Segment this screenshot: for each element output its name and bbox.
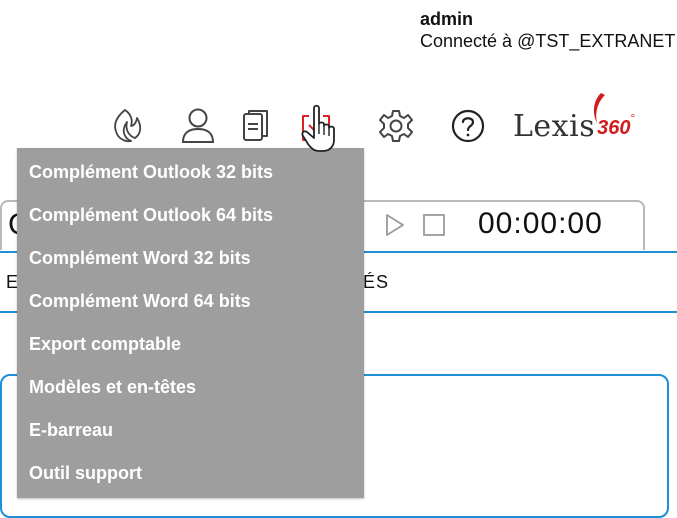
user-icon[interactable] bbox=[176, 104, 220, 148]
stop-icon[interactable] bbox=[422, 212, 446, 243]
documents-icon[interactable] bbox=[234, 104, 278, 148]
brand-degree: ° bbox=[630, 110, 636, 125]
help-icon[interactable] bbox=[446, 104, 490, 148]
user-info: admin Connecté à @TST_EXTRANET bbox=[420, 8, 675, 52]
user-name: admin bbox=[420, 9, 474, 29]
menu-item-e-barreau[interactable]: E-barreau bbox=[29, 413, 113, 447]
menu-item-outlook-32[interactable]: Complément Outlook 32 bits bbox=[29, 155, 273, 189]
timer-display: 00:00:00 bbox=[478, 207, 603, 240]
download-menu: Complément Outlook 32 bits Complément Ou… bbox=[17, 148, 364, 498]
menu-item-export-comptable[interactable]: Export comptable bbox=[29, 327, 181, 361]
menu-item-word-64[interactable]: Complément Word 64 bits bbox=[29, 284, 251, 318]
menu-item-outlook-64[interactable]: Complément Outlook 64 bits bbox=[29, 198, 273, 232]
lexis360-logo[interactable]: Lexis 360° bbox=[513, 92, 635, 148]
play-icon[interactable] bbox=[384, 212, 406, 243]
hand-cursor-icon bbox=[300, 104, 340, 154]
menu-item-outil-support[interactable]: Outil support bbox=[29, 456, 142, 490]
gear-icon[interactable] bbox=[374, 104, 418, 148]
connection-status: Connecté à @TST_EXTRANET bbox=[420, 31, 676, 51]
menu-item-modeles[interactable]: Modèles et en-têtes bbox=[29, 370, 196, 404]
flame-icon[interactable] bbox=[106, 104, 150, 148]
brand-swoosh-icon: 360° bbox=[594, 92, 635, 139]
brand-text: Lexis bbox=[513, 108, 596, 144]
menu-item-word-32[interactable]: Complément Word 32 bits bbox=[29, 241, 251, 275]
brand-number: 360 bbox=[597, 116, 631, 139]
